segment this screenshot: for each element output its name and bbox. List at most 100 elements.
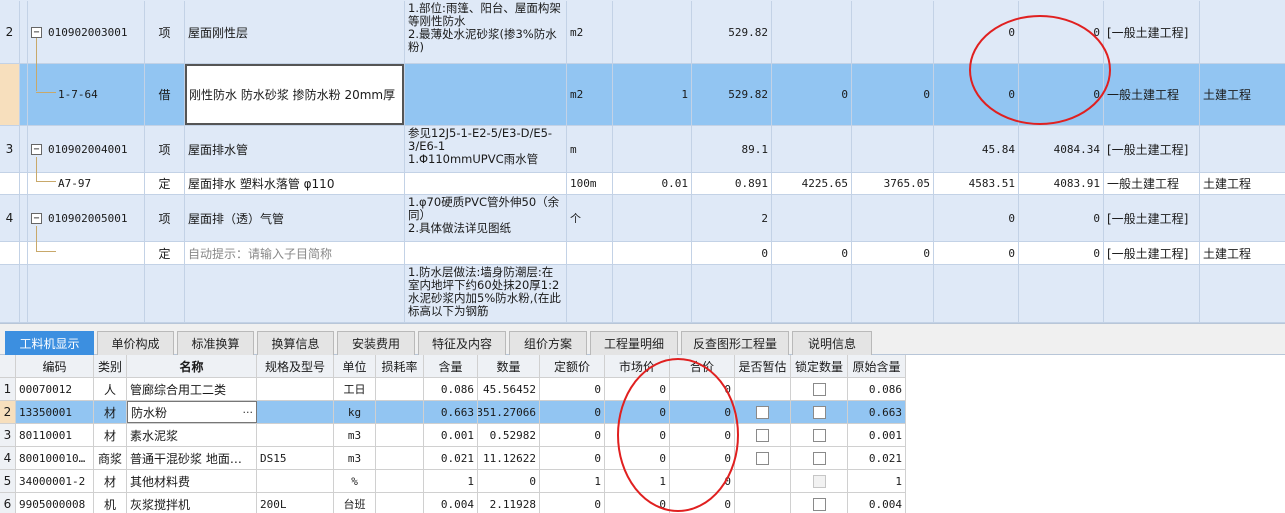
- column-header[interactable]: 规格及型号: [257, 355, 334, 377]
- bill-row[interactable]: 2 −010902003001 项 屋面刚性层 1.部位:雨篷、阳台、屋面构架等刚性防水…: [0, 1, 1285, 64]
- cell-orig[interactable]: 0.004: [848, 493, 906, 513]
- cell-lock[interactable]: [791, 447, 848, 469]
- cell-features[interactable]: 1.φ70硬质PVC管外伸50（余同） 2.具体做法详见图纸: [405, 195, 567, 241]
- cell-spec[interactable]: [257, 470, 334, 492]
- cell-p1[interactable]: [772, 1, 852, 63]
- tab-6[interactable]: 组价方案: [509, 331, 587, 355]
- cell-loss[interactable]: [376, 378, 424, 400]
- cell-index[interactable]: 3: [0, 126, 20, 172]
- cell-p4[interactable]: 4083.91: [1019, 173, 1104, 194]
- resource-row[interactable]: 1 00070012 人管廊综合用工二类 工日 0.086 45.56452 0 0 0 0.08…: [0, 378, 906, 401]
- cell-tree[interactable]: [20, 64, 28, 125]
- cell-market[interactable]: 1: [605, 470, 670, 492]
- cell-qty[interactable]: 45.56452: [478, 378, 540, 400]
- bill-row[interactable]: 4 −010902005001 项 屋面排（透）气管 1.φ70硬质PVC管外伸50（余…: [0, 195, 1285, 242]
- cell-p4[interactable]: 0: [1019, 195, 1104, 241]
- tab-5[interactable]: 特征及内容: [418, 331, 506, 355]
- cell-p3[interactable]: 0: [934, 64, 1019, 125]
- cell-qty[interactable]: 0.52982: [478, 424, 540, 446]
- cell-spec[interactable]: [一般土建工程]: [1104, 1, 1200, 63]
- cell-expr[interactable]: [613, 242, 692, 264]
- cell-loss[interactable]: [376, 493, 424, 513]
- cell-index[interactable]: 4: [0, 195, 20, 241]
- cell-lock[interactable]: [791, 378, 848, 400]
- cell-features[interactable]: [405, 64, 567, 125]
- provisional-checkbox[interactable]: [756, 405, 769, 419]
- cell-orig[interactable]: 1: [848, 470, 906, 492]
- lock-quantity-checkbox[interactable]: [812, 405, 826, 419]
- cell-temp[interactable]: [735, 424, 791, 446]
- name-edit-field[interactable]: 刚性防水 防水砂浆 掺防水粉 20mm厚: [185, 64, 404, 125]
- bill-row[interactable]: 3 −010902004001 项 屋面排水管 参见12J5-1-E2-5/E3-D/E…: [0, 126, 1285, 173]
- cell-temp[interactable]: [735, 378, 791, 400]
- cell-cat[interactable]: 材: [94, 470, 127, 492]
- column-header[interactable]: 是否暂估: [735, 355, 791, 377]
- cell-qty[interactable]: 529.82: [692, 1, 772, 63]
- cell-expr[interactable]: [613, 126, 692, 172]
- cell-total[interactable]: 0: [670, 424, 735, 446]
- cell-prof[interactable]: [1200, 1, 1285, 63]
- cell-name[interactable]: 刚性防水 防水砂浆 掺防水粉 20mm厚: [185, 64, 405, 125]
- cell-qty[interactable]: 2: [692, 195, 772, 241]
- provisional-checkbox[interactable]: [756, 451, 769, 465]
- cell-type[interactable]: 项: [145, 1, 185, 63]
- cell-cat[interactable]: 商浆: [94, 447, 127, 469]
- cell-orig[interactable]: 0.001: [848, 424, 906, 446]
- cell-spec[interactable]: [257, 378, 334, 400]
- cell-p2[interactable]: [852, 265, 934, 322]
- cell-unit[interactable]: kg: [334, 401, 376, 423]
- cell-unit[interactable]: [567, 265, 613, 322]
- collapse-icon[interactable]: −: [31, 212, 42, 224]
- cell-content[interactable]: 0.004: [424, 493, 478, 513]
- cell-p2[interactable]: 0: [852, 64, 934, 125]
- cell-spec[interactable]: [257, 424, 334, 446]
- cell-unit[interactable]: m3: [334, 447, 376, 469]
- more-options-icon[interactable]: ···: [243, 406, 254, 419]
- cell-code[interactable]: 80110001: [16, 424, 94, 446]
- cell-base[interactable]: 0: [540, 378, 605, 400]
- cell-unit[interactable]: m2: [567, 1, 613, 63]
- column-header[interactable]: 市场价: [605, 355, 670, 377]
- bill-row[interactable]: 1.防水层做法:墙身防潮层:在室内地坪下约60处抹20厚1:2水泥砂浆内加5%防…: [0, 265, 1285, 323]
- cell-type[interactable]: 项: [145, 126, 185, 172]
- cell-index[interactable]: [0, 265, 20, 322]
- cell-lock[interactable]: [791, 470, 848, 492]
- bill-row[interactable]: 1-7-64 借刚性防水 防水砂浆 掺防水粉 20mm厚 m2 1 529.82 0 0 0 0…: [0, 64, 1285, 126]
- cell-p2[interactable]: [852, 1, 934, 63]
- tab-0[interactable]: 工料机显示: [5, 331, 94, 355]
- cell-name[interactable]: [185, 265, 405, 322]
- cell-temp[interactable]: [735, 470, 791, 492]
- cell-content[interactable]: 1: [424, 470, 478, 492]
- cell-prof[interactable]: 土建工程: [1200, 242, 1285, 264]
- cell-content[interactable]: 0.021: [424, 447, 478, 469]
- cell-qty[interactable]: 0: [478, 470, 540, 492]
- cell-total[interactable]: 0: [670, 470, 735, 492]
- collapse-icon[interactable]: −: [31, 143, 42, 155]
- cell-spec[interactable]: 200L: [257, 493, 334, 513]
- cell-name[interactable]: 屋面排水 塑料水落管 φ110: [185, 173, 405, 194]
- cell-orig[interactable]: 0.663: [848, 401, 906, 423]
- column-header[interactable]: 单位: [334, 355, 376, 377]
- cell-unit[interactable]: m3: [334, 424, 376, 446]
- cell-features[interactable]: [405, 242, 567, 264]
- cell-market[interactable]: 0: [605, 401, 670, 423]
- resource-row[interactable]: 2 13350001 材防水粉 ··· kg 0.663 351.27066 0 0 0 0.663: [0, 401, 906, 424]
- cell-code[interactable]: −010902003001: [28, 1, 145, 63]
- cell-name[interactable]: 屋面排（透）气管: [185, 195, 405, 241]
- cell-content[interactable]: 0.086: [424, 378, 478, 400]
- cell-spec[interactable]: DS15: [257, 447, 334, 469]
- cell-name[interactable]: 素水泥浆: [127, 424, 257, 446]
- cell-total[interactable]: 0: [670, 401, 735, 423]
- cell-qty[interactable]: 351.27066: [478, 401, 540, 423]
- column-header[interactable]: 类别: [94, 355, 127, 377]
- cell-tree[interactable]: [20, 173, 28, 194]
- cell-unit[interactable]: 台班: [334, 493, 376, 513]
- cell-temp[interactable]: [735, 493, 791, 513]
- cell-temp[interactable]: [735, 447, 791, 469]
- cell-p1[interactable]: [772, 195, 852, 241]
- column-header[interactable]: 名称: [127, 355, 257, 377]
- cell-name[interactable]: 管廊综合用工二类: [127, 378, 257, 400]
- cell-p2[interactable]: 0: [852, 242, 934, 264]
- cell-code[interactable]: −010902005001: [28, 195, 145, 241]
- bill-row[interactable]: 定 自动提示：请输入子目简称 0 0 0 0 0 [一般土建工程] 土建工程: [0, 242, 1285, 265]
